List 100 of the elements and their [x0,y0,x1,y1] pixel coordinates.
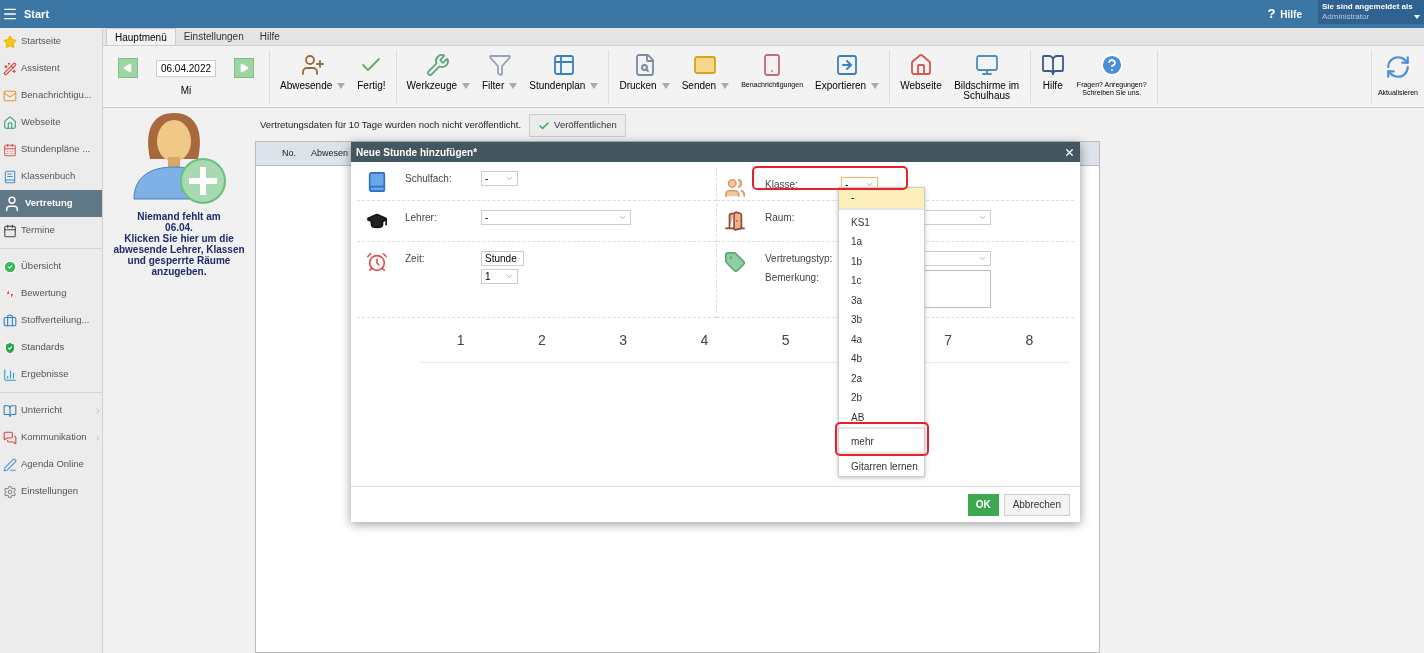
dropdown-option[interactable]: KS1 [839,212,924,232]
dropdown-option[interactable]: - [839,188,924,208]
field-label: Klasse: [765,178,799,192]
dropdown-option[interactable]: 4b [839,349,924,369]
dropdown-option[interactable]: 3a [839,290,924,310]
timetable-icon [551,53,576,77]
caret-icon [337,83,346,89]
pen-icon [3,457,17,472]
question-icon [1099,53,1124,77]
dropdown-option[interactable]: 1a [839,232,924,252]
dropdown-option[interactable]: 1b [839,251,924,271]
book-icon [3,169,17,184]
dropdown-option[interactable]: 3b [839,310,924,330]
field-label: Raum: [765,211,796,225]
door-icon [724,210,746,232]
sidebar-item[interactable]: Termine [0,217,102,244]
caret-icon [462,83,470,89]
period-number: 7 [943,330,953,350]
menu-icon[interactable] [2,6,18,22]
toolbar-button[interactable]: Webseite [896,50,946,91]
checkmark-icon [538,119,551,132]
field-label: Vertretungstyp: [765,252,834,266]
field-label: Schulfach: [405,172,453,186]
period-number: 8 [1024,330,1035,350]
cancel-button[interactable]: Abbrechen [1003,493,1070,516]
field-label: Zeit: [405,252,426,266]
person-icon [3,194,21,213]
alarm-clock-icon [366,251,388,273]
toolbar-button[interactable]: Exportieren [811,50,884,91]
shield-icon [3,340,17,355]
dropdown-option[interactable]: 2b [839,388,924,408]
period-number: 3 [618,330,628,350]
sidebar-item[interactable]: Standards [0,334,102,361]
left-arrow-icon [123,63,133,73]
chevron-icon [94,433,102,442]
sidebar-item[interactable]: Übersicht [0,253,102,280]
sidebar-item[interactable]: Assistent [0,55,102,82]
check-circle-icon [3,259,17,274]
select-field[interactable]: 1 [481,269,518,284]
dialog-title: Neue Stunde hinzufügen* [356,145,478,160]
select-field[interactable]: - [481,171,518,186]
sidebar-item[interactable]: Stoffverteilung... [0,307,102,334]
person-add-icon [300,53,325,77]
dropdown-option[interactable]: mehr [839,432,924,452]
close-icon[interactable] [1064,146,1075,158]
toolbar-button[interactable]: Fertig! [353,50,390,91]
dropdown-option[interactable]: 1c [839,271,924,291]
sidebar-item[interactable]: Vertretung [0,190,102,217]
notice-text: Vertretungsdaten für 10 Tage wurden noch nicht veröffentlicht. [260,118,522,133]
sidebar-item[interactable]: Einstellungen [0,478,102,505]
help-link[interactable]: ? Hilfe [1267,4,1302,24]
tool-icon [426,53,451,77]
toolbar-button[interactable]: Bildschirme im Schulhaus [949,50,1024,101]
select-field[interactable]: Stunde [481,251,524,266]
tab[interactable]: Hilfe [251,28,288,45]
funnel-icon [487,53,512,77]
wand-icon [3,61,17,76]
toolbar-button[interactable]: Filter [478,50,522,91]
toolbar-button[interactable]: Drucken [615,50,674,91]
sidebar-item[interactable]: Klassenbuch [0,163,102,190]
period-number: 2 [536,330,547,350]
open-book-icon [3,403,17,418]
star-icon [3,34,17,49]
chevron-icon [94,406,102,415]
caret-icon [661,83,670,89]
house-icon [3,115,17,130]
briefcase-icon [3,313,17,328]
sidebar-item[interactable]: Startseite [0,28,102,55]
date-field[interactable]: 06.04.2022 [156,59,216,77]
publish-button[interactable]: Veröffentlichen [529,114,626,137]
sidebar-item[interactable]: Unterricht [0,397,102,424]
question-icon: ? [1267,4,1276,24]
sidebar-item[interactable]: Stundenpläne ... [0,136,102,163]
dropdown-option[interactable]: 2a [839,368,924,388]
dropdown-option[interactable]: 4a [839,329,924,349]
right-arrow-icon [239,63,249,73]
sidebar-item[interactable]: Ergebnisse [0,361,102,388]
toolbar-button[interactable]: Abwesende [276,50,350,91]
toolbar-button[interactable]: Werkzeuge [402,50,474,91]
toolbar-button[interactable]: Hilfe [1036,50,1069,91]
absence-message[interactable]: Niemand fehlt am 06.04. Klicken Sie hier um die abwesende Lehrer, Klassen und gesperrte Räume anzugeben. [113,211,245,277]
tab[interactable]: Hauptmenü [106,28,176,45]
person-add-drawing[interactable] [130,111,228,207]
toolbar-button[interactable]: Stundenplan [525,50,603,91]
toolbar-button[interactable]: Senden [677,50,734,91]
refresh-icon [1384,54,1411,80]
sidebar-item[interactable]: Benachrichtigu... [0,82,102,109]
weekday-label: Mi [180,84,192,98]
select-field[interactable]: - [481,210,631,225]
field-label: Lehrer: [405,211,438,225]
house-icon [908,53,933,77]
user-menu[interactable]: Sie sind angemeldet als Administrator [1318,0,1424,24]
tab[interactable]: Einstellungen [175,28,252,45]
settings-icon [3,484,17,499]
sidebar-item[interactable]: Bewertung [0,280,102,307]
sidebar-item[interactable]: Agenda Online [0,451,102,478]
caret-icon [509,83,518,89]
sidebar-item[interactable]: Kommunikation [0,424,102,451]
sidebar-item[interactable]: Webseite [0,109,102,136]
dropdown-option[interactable]: Gitarren lernen [839,456,924,476]
